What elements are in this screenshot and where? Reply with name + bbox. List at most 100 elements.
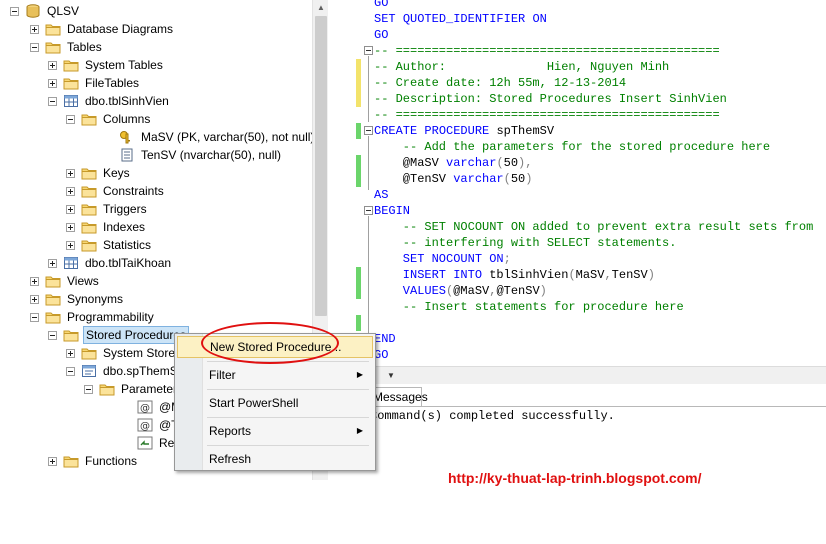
code-token: @TenSV xyxy=(496,284,540,298)
tree-node-label: Tables xyxy=(67,40,102,54)
expand-plus-icon[interactable] xyxy=(66,348,75,358)
code-line: -- Description: Stored Procedures Insert… xyxy=(374,91,727,107)
tree-node[interactable]: Columns xyxy=(66,110,152,128)
tree-node[interactable]: Tables xyxy=(30,38,104,56)
menu-separator xyxy=(207,361,369,362)
tree-node-label: Views xyxy=(67,274,99,288)
tree-node[interactable]: Indexes xyxy=(66,218,147,236)
change-marker xyxy=(356,59,361,107)
tree-node[interactable]: System Tables xyxy=(48,56,165,74)
table-icon xyxy=(63,256,79,270)
code-line: CREATE PROCEDURE spThemSV xyxy=(374,123,554,139)
collapse-minus-icon[interactable] xyxy=(48,330,57,340)
expand-plus-icon[interactable] xyxy=(66,168,75,178)
code-token: 50 xyxy=(503,156,519,170)
tree-node[interactable]: dbo.tblSinhVien xyxy=(48,92,171,110)
tree-node[interactable]: Views xyxy=(30,272,101,290)
expand-plus-icon[interactable] xyxy=(66,204,75,214)
parameter-icon: @ xyxy=(137,418,153,432)
expand-plus-icon[interactable] xyxy=(48,456,57,466)
code-token: @MaSV xyxy=(374,156,447,170)
submenu-arrow-icon: ▶ xyxy=(356,370,363,379)
tree-node[interactable]: Parameters xyxy=(84,380,185,398)
menu-item-start-powershell[interactable]: Start PowerShell xyxy=(177,392,373,414)
fold-guide-line xyxy=(368,216,369,334)
expand-plus-icon[interactable] xyxy=(66,222,75,232)
code-token: varchar xyxy=(453,172,504,186)
code-line: -- Insert statements for procedure here xyxy=(374,299,684,315)
change-marker xyxy=(356,267,361,299)
tree-node[interactable]: MaSV (PK, varchar(50), not null) xyxy=(104,128,316,146)
tree-node[interactable]: dbo.tblTaiKhoan xyxy=(48,254,173,272)
folder-icon xyxy=(45,22,61,36)
tree-node-label: dbo.tblSinhVien xyxy=(85,94,169,108)
tree-node[interactable]: Synonyms xyxy=(30,290,125,308)
menu-item-refresh[interactable]: Refresh xyxy=(177,448,373,470)
return-icon xyxy=(137,436,153,450)
expand-plus-icon[interactable] xyxy=(30,294,39,304)
scroll-up-arrow-icon[interactable]: ▲ xyxy=(313,0,329,16)
code-line: AS xyxy=(374,187,388,203)
menu-item-label: Refresh xyxy=(209,452,252,466)
expand-plus-icon[interactable] xyxy=(48,60,57,70)
tree-node[interactable]: Stored Procedures xyxy=(48,326,190,344)
scrollbar-thumb[interactable] xyxy=(315,16,327,316)
table-icon xyxy=(63,94,79,108)
tree-node[interactable]: dbo.spThemSV xyxy=(66,362,188,380)
code-token: ON xyxy=(532,12,547,26)
procedure-icon xyxy=(81,364,97,378)
tree-node[interactable]: Constraints xyxy=(66,182,166,200)
tree-node-label: Keys xyxy=(103,166,130,180)
fold-collapse-icon[interactable] xyxy=(364,126,373,135)
code-token: -- Insert statements for procedure here xyxy=(374,300,684,314)
code-line: @MaSV varchar(50), xyxy=(374,155,533,171)
code-line: -- interfering with SELECT statements. xyxy=(374,235,677,251)
menu-item-label: Reports xyxy=(209,424,252,438)
tree-node[interactable]: Functions xyxy=(48,452,139,470)
code-token: -- Author: Hien, Nguyen Minh xyxy=(374,60,670,74)
menu-item-filter[interactable]: Filter ▶ xyxy=(177,364,373,386)
change-marker xyxy=(356,315,361,331)
fold-collapse-icon[interactable] xyxy=(364,206,373,215)
expand-plus-icon[interactable] xyxy=(66,186,75,196)
code-token: ON xyxy=(489,252,504,266)
query-editor[interactable]: GO SET QUOTED_IDENTIFIER ON GO -- =========… xyxy=(336,0,826,366)
code-token: ) xyxy=(525,172,533,186)
expand-plus-icon[interactable] xyxy=(30,276,39,286)
code-token: PROCEDURE xyxy=(424,124,497,138)
code-token: GO xyxy=(374,0,389,10)
code-line: GO xyxy=(374,347,388,363)
code-token: BEGIN xyxy=(374,204,411,218)
fold-collapse-icon[interactable] xyxy=(364,46,373,55)
menu-item-new-stored-procedure[interactable]: New Stored Procedure... xyxy=(177,336,373,358)
tree-node[interactable]: Keys xyxy=(66,164,132,182)
menu-item-reports[interactable]: Reports ▶ xyxy=(177,420,373,442)
code-line: INSERT INTO tblSinhVien(MaSV,TenSV) xyxy=(374,267,655,283)
menu-item-label: Filter xyxy=(209,368,236,382)
expand-plus-icon[interactable] xyxy=(48,78,57,88)
collapse-minus-icon[interactable] xyxy=(48,96,57,106)
tree-node[interactable]: TenSV (nvarchar(50), null) xyxy=(104,146,283,164)
code-line: @TenSV varchar(50) xyxy=(374,171,533,187)
tree-node-label: Functions xyxy=(85,454,138,468)
collapse-minus-icon[interactable] xyxy=(66,366,75,376)
collapse-minus-icon[interactable] xyxy=(84,384,93,394)
collapse-minus-icon[interactable] xyxy=(30,42,39,52)
folder-icon xyxy=(63,76,79,90)
collapse-minus-icon[interactable] xyxy=(66,114,75,124)
tree-node[interactable]: Triggers xyxy=(66,200,149,218)
tree-node[interactable]: Statistics xyxy=(66,236,153,254)
menu-separator xyxy=(207,389,369,390)
collapse-minus-icon[interactable] xyxy=(10,6,19,16)
tree-node[interactable]: QLSV xyxy=(10,2,81,20)
tree-node[interactable]: FileTables xyxy=(48,74,141,92)
tree-node[interactable]: Database Diagrams xyxy=(30,20,175,38)
zoom-dropdown-arrow-icon[interactable]: ▼ xyxy=(384,369,398,382)
code-token: -- interfering with SELECT statements. xyxy=(374,236,677,250)
expand-plus-icon[interactable] xyxy=(66,240,75,250)
expand-plus-icon[interactable] xyxy=(48,258,57,268)
tree-node[interactable]: Programmability xyxy=(30,308,156,326)
expand-plus-icon[interactable] xyxy=(30,24,39,34)
collapse-minus-icon[interactable] xyxy=(30,312,39,322)
